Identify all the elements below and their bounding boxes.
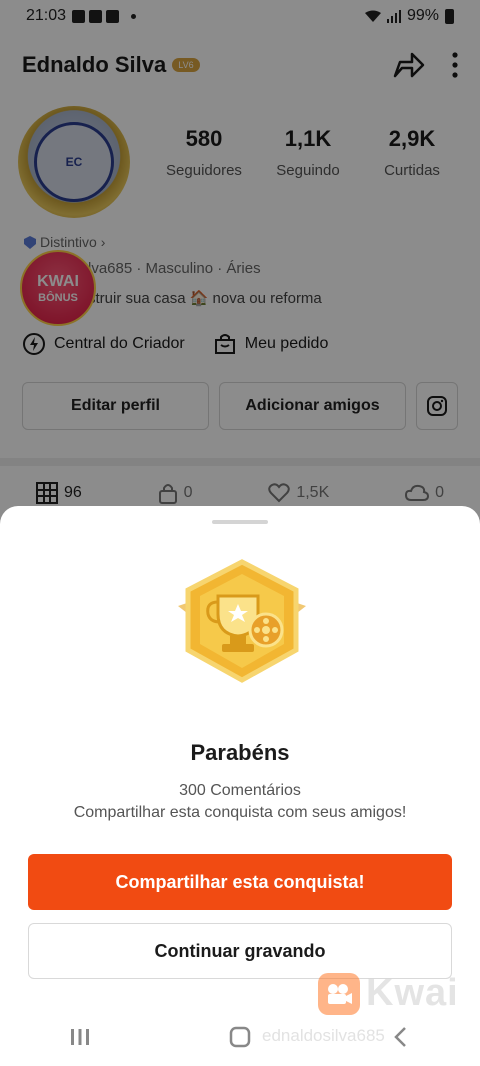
sheet-handle[interactable] bbox=[212, 520, 268, 524]
continue-recording-button[interactable]: Continuar gravando bbox=[28, 923, 452, 979]
kwai-logo-icon bbox=[318, 972, 360, 1015]
achievement-count: 300 Comentários bbox=[179, 782, 301, 799]
recent-apps-icon bbox=[71, 1029, 89, 1045]
home-icon bbox=[229, 1026, 251, 1048]
back-button[interactable] bbox=[380, 1017, 420, 1057]
share-achievement-button[interactable]: Compartilhar esta conquista! bbox=[28, 854, 452, 910]
watermark-brand: Kwai bbox=[366, 972, 459, 1014]
sheet-message: Compartilhar esta conquista com seus ami… bbox=[73, 804, 407, 821]
trophy-badge-icon bbox=[178, 559, 306, 683]
system-nav-bar bbox=[0, 1012, 480, 1062]
home-button[interactable] bbox=[220, 1017, 260, 1057]
sheet-title: Parabéns bbox=[190, 740, 290, 765]
back-icon bbox=[394, 1027, 406, 1047]
recent-apps-button[interactable] bbox=[60, 1017, 100, 1057]
kwai-watermark: Kwai bbox=[318, 972, 459, 1015]
